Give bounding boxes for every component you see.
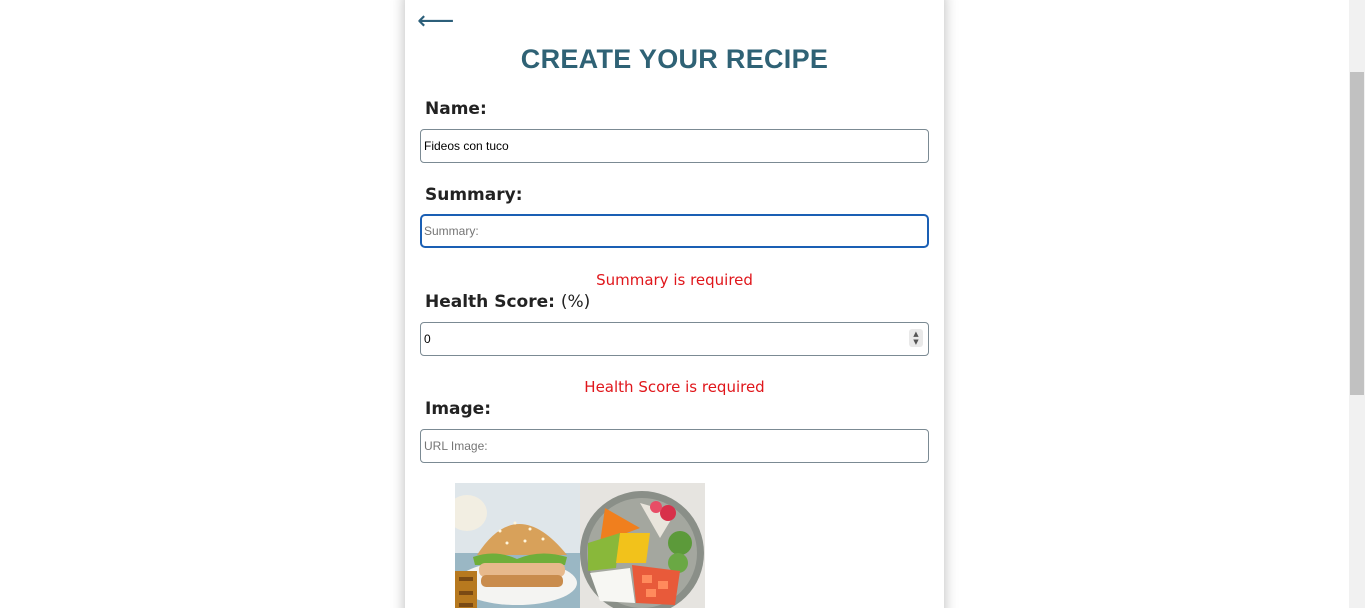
summary-input[interactable] [420, 214, 929, 248]
burger-image[interactable] [455, 483, 580, 608]
number-stepper[interactable]: ▲ ▼ [909, 329, 923, 347]
name-label: Name: [425, 99, 487, 119]
summary-error: Summary is required [596, 271, 753, 289]
image-gallery [455, 483, 705, 608]
health-score-unit: (%) [560, 292, 591, 312]
back-arrow-icon[interactable]: ⟵ [417, 8, 454, 34]
poke-bowl-image[interactable] [580, 483, 705, 608]
recipe-form-card: ⟵ CREATE YOUR RECIPE Name: Summary: Summ… [405, 0, 944, 608]
summary-label: Summary: [425, 185, 523, 205]
chevron-up-icon[interactable]: ▲ [913, 330, 918, 338]
name-input[interactable] [420, 129, 929, 163]
health-score-input[interactable] [420, 322, 929, 356]
viewport: ⟵ CREATE YOUR RECIPE Name: Summary: Summ… [0, 0, 1365, 608]
burger-photo-icon [455, 483, 580, 608]
health-score-error: Health Score is required [584, 378, 765, 396]
poke-bowl-photo-icon [580, 483, 705, 608]
health-score-label: Health Score: (%) [425, 292, 590, 312]
page-title: CREATE YOUR RECIPE [520, 44, 829, 74]
health-score-label-text: Health Score: [425, 292, 555, 312]
image-label: Image: [425, 399, 492, 419]
scrollbar-thumb[interactable] [1350, 72, 1364, 395]
chevron-down-icon[interactable]: ▼ [913, 338, 918, 346]
health-score-field: ▲ ▼ [420, 322, 929, 356]
page-scrollbar[interactable] [1349, 0, 1365, 608]
image-url-input[interactable] [420, 429, 929, 463]
